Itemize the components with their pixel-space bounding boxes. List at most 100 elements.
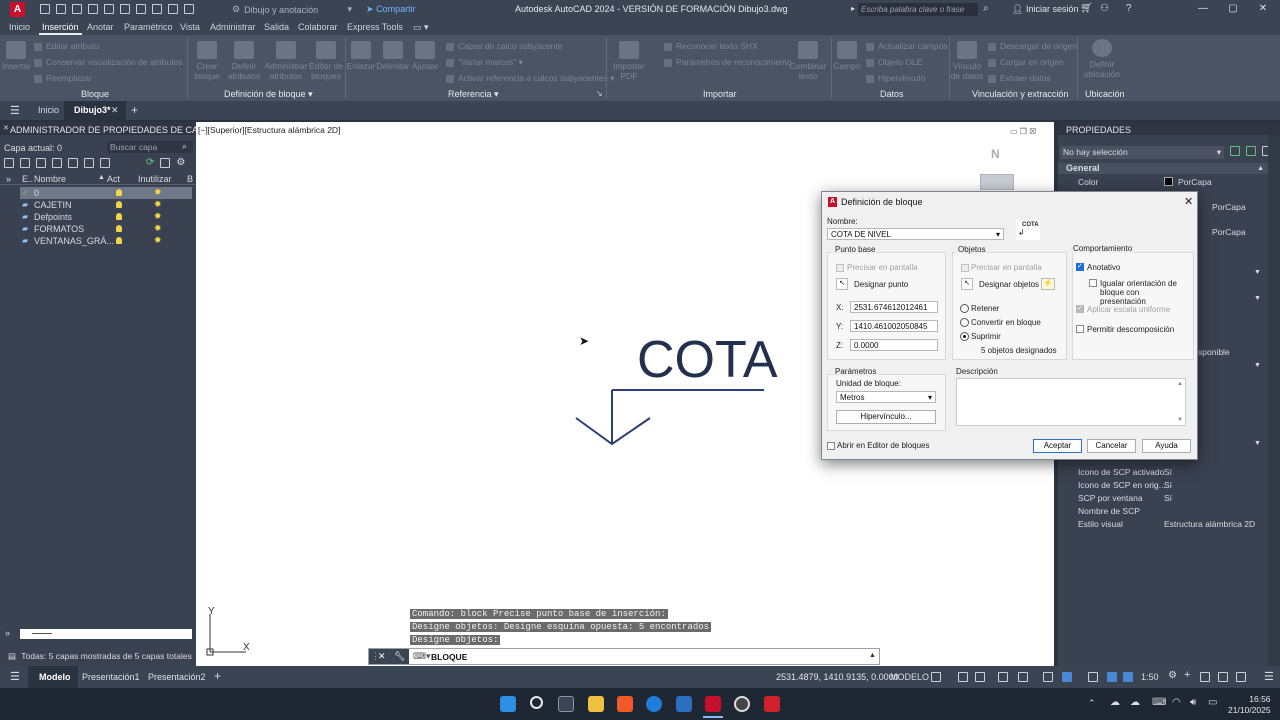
retain-radio[interactable] — [960, 304, 969, 313]
save-as-icon[interactable] — [88, 4, 98, 14]
annotation-scale[interactable]: 1:50 — [1141, 672, 1159, 682]
close-icon[interactable]: ✕ — [1256, 3, 1270, 14]
onedrive-icon[interactable]: ☁ — [1130, 697, 1140, 708]
cursor-coordinates[interactable]: 2531.4879, 1410.9135, 0.0000 — [776, 672, 899, 682]
pick-point-icon[interactable]: ↖ — [836, 278, 848, 290]
scroll-thumb[interactable] — [32, 633, 52, 634]
sun-thawed-icon[interactable]: ✹ — [154, 199, 162, 210]
close-icon[interactable]: ✕ — [378, 651, 386, 662]
level-symbol-drawing[interactable] — [566, 384, 776, 448]
wifi-icon[interactable]: ◠ — [1172, 697, 1181, 708]
clean-screen-icon[interactable] — [1236, 672, 1246, 682]
tab-administrar[interactable]: Administrar — [210, 22, 256, 32]
auto-scale-icon[interactable] — [1123, 672, 1133, 682]
layout-tab-model[interactable]: Modelo — [39, 672, 71, 682]
allow-explode-checkbox[interactable] — [1076, 325, 1084, 333]
underlay-layers-button[interactable]: Capas de calco subyacente — [446, 41, 562, 51]
block-name-combo[interactable]: COTA DE NIVEL ▾ — [827, 228, 1004, 240]
layer-row[interactable]: ▰ Defpoints ✹ — [20, 211, 192, 223]
group-referencia-label[interactable]: Referencia ▾ — [448, 89, 499, 100]
close-dialog-icon[interactable]: ✕ — [1184, 195, 1193, 208]
clip-button[interactable]: Delimitar — [376, 41, 410, 71]
lightbulb-on-icon[interactable] — [116, 189, 122, 196]
retain-attribute-display-button[interactable]: Conservar visualización de atributos — [34, 57, 183, 67]
toggle-pickadd-icon[interactable] — [1230, 146, 1240, 156]
tab-express-tools[interactable]: Express Tools — [347, 22, 403, 32]
sun-thawed-icon[interactable]: ✹ — [154, 223, 162, 234]
workspace-select[interactable]: ⚙ Dibujo y anotación ▾ — [232, 3, 352, 16]
chevron-down-icon[interactable]: ▼ — [1254, 295, 1261, 302]
brave-browser-icon[interactable] — [617, 696, 633, 712]
snap-icon[interactable] — [958, 672, 968, 682]
define-attributes-button[interactable]: Definir atributos — [226, 41, 262, 81]
block-unit-select[interactable]: Metros ▾ — [836, 391, 936, 403]
x-input[interactable]: 2531.674612012461 — [850, 301, 938, 313]
hyperlink-button[interactable]: Hipervínculo — [866, 73, 925, 83]
chevron-down-icon[interactable]: ▼ — [1254, 269, 1261, 276]
maximize-icon[interactable]: ▢ — [1226, 3, 1240, 14]
menu-icon[interactable]: ☰ — [10, 670, 20, 683]
block-editor-button[interactable]: Editor de bloques — [308, 41, 344, 81]
field-button[interactable]: Campo — [832, 41, 862, 71]
chevron-up-icon[interactable]: ▲ — [869, 652, 876, 659]
edit-attribute-button[interactable]: Editar atributo — [34, 41, 99, 51]
grid-icon[interactable] — [931, 672, 941, 682]
search-icon[interactable]: ⌕ — [983, 3, 989, 14]
batch-plot-icon[interactable] — [152, 4, 162, 14]
select-objects-icon[interactable] — [1246, 146, 1256, 156]
edge-browser-icon[interactable] — [646, 696, 662, 712]
col-lock[interactable]: B — [187, 174, 193, 184]
annotation-visibility-icon[interactable] — [1107, 672, 1117, 682]
dialog-launcher-icon[interactable]: ↘ — [596, 89, 603, 98]
annotative-checkbox[interactable] — [1076, 262, 1084, 271]
close-panel-icon[interactable]: ✕ — [3, 124, 9, 132]
property-value[interactable]: Estructura alámbrica 2D — [1164, 519, 1255, 529]
property-value[interactable]: Sí — [1164, 493, 1172, 503]
undo-icon[interactable] — [168, 4, 178, 14]
ok-button[interactable]: Aceptar — [1033, 439, 1082, 453]
scroll-up-icon[interactable]: ▲ — [1177, 381, 1183, 387]
new-group-filter-icon[interactable] — [20, 157, 30, 168]
tab-anotar[interactable]: Anotar — [87, 22, 114, 32]
select-objects-button[interactable]: Designar objetos — [979, 280, 1039, 289]
new-property-filter-icon[interactable] — [4, 157, 14, 168]
upload-source-button[interactable]: Cargar en origen — [988, 57, 1064, 67]
selection-select[interactable]: No hay selección ▾ — [1060, 146, 1224, 159]
match-orientation-checkbox[interactable] — [1089, 279, 1097, 287]
y-input[interactable]: 1410.461002050845 — [850, 320, 938, 332]
recognition-settings-button[interactable]: Parámetros de reconocimiento — [664, 57, 792, 67]
tab-vista[interactable]: Vista — [180, 22, 200, 32]
redo-icon[interactable] — [184, 4, 194, 14]
property-value[interactable]: Sí — [1164, 467, 1172, 477]
help-icon[interactable]: ? — [1126, 3, 1132, 14]
chevron-up-icon[interactable]: ⌃ — [1088, 698, 1096, 709]
save-web-icon[interactable] — [120, 4, 130, 14]
task-view-icon[interactable] — [558, 696, 574, 712]
windows-start-icon[interactable] — [500, 696, 516, 712]
new-layer-icon[interactable] — [52, 157, 62, 168]
set-location-button[interactable]: Definir ubicación — [1080, 39, 1124, 79]
properties-side-tab[interactable] — [1268, 135, 1280, 666]
new-file-icon[interactable] — [40, 4, 50, 14]
refresh-icon[interactable]: ⟳ — [146, 157, 154, 168]
layer-row[interactable]: ▰ CAJETIN ✹ — [20, 199, 192, 211]
combine-text-button[interactable]: Combinar texto — [788, 41, 828, 81]
quick-select-icon[interactable]: ⚡ — [1041, 278, 1055, 290]
section-general[interactable]: General ▲ — [1058, 163, 1268, 174]
lightbulb-on-icon[interactable] — [116, 213, 122, 220]
scroll-down-icon[interactable]: ▼ — [1177, 417, 1183, 423]
attach-button[interactable]: Enlazar — [346, 41, 376, 71]
gear-icon[interactable]: ⚙ — [176, 157, 185, 168]
connect-icon[interactable]: ⚇ — [1100, 3, 1109, 14]
create-block-button[interactable]: Crear bloque — [192, 41, 222, 81]
chatgpt-icon[interactable] — [734, 696, 750, 712]
convert-radio[interactable] — [960, 318, 969, 327]
horizontal-scrollbar[interactable] — [20, 629, 192, 639]
signin-button[interactable]: 👤︎ Iniciar sesión — [1012, 4, 1078, 15]
col-name[interactable]: Nombre — [34, 174, 66, 184]
autocad-taskbar-icon[interactable] — [705, 696, 721, 712]
scale-uniformly-checkbox[interactable] — [1076, 304, 1084, 313]
osnap-tracking-icon[interactable] — [1043, 672, 1053, 682]
viewcube-north[interactable]: N — [991, 147, 1000, 161]
tab-inicio[interactable]: Inicio — [9, 22, 30, 32]
